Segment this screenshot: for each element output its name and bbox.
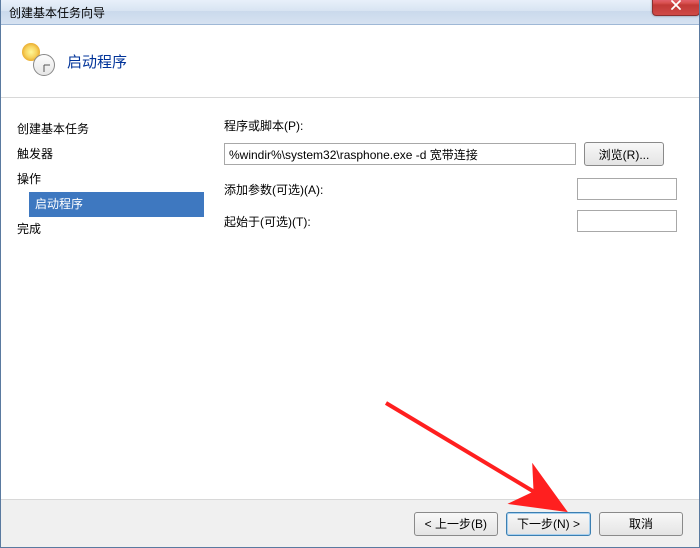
step-start-program[interactable]: 启动程序: [29, 192, 204, 217]
wizard-content: 程序或脚本(P): 浏览(R)... 添加参数(可选)(A): 起始于(可选)(…: [206, 99, 699, 499]
step-finish[interactable]: 完成: [15, 217, 206, 242]
close-icon: [670, 0, 682, 10]
close-button[interactable]: [652, 0, 700, 16]
titlebar: 创建基本任务向导: [1, 0, 699, 25]
program-script-label: 程序或脚本(P):: [224, 117, 677, 134]
start-in-label: 起始于(可选)(T):: [224, 213, 311, 230]
back-button[interactable]: < 上一步(B): [414, 512, 498, 536]
wizard-window: 创建基本任务向导 启动程序 创建基本任务 触发器 操作 启动程序 完成 程序或脚…: [0, 0, 700, 548]
wizard-steps-sidebar: 创建基本任务 触发器 操作 启动程序 完成: [1, 99, 206, 499]
step-action[interactable]: 操作: [15, 167, 206, 192]
arguments-input[interactable]: [577, 178, 677, 200]
program-script-input[interactable]: [224, 143, 576, 165]
task-scheduler-icon: [25, 46, 55, 76]
browse-button[interactable]: 浏览(R)...: [584, 142, 664, 166]
wizard-header: 启动程序: [1, 25, 699, 98]
window-title: 创建基本任务向导: [9, 4, 105, 21]
next-button[interactable]: 下一步(N) >: [506, 512, 591, 536]
cancel-button[interactable]: 取消: [599, 512, 683, 536]
start-in-input[interactable]: [577, 210, 677, 232]
page-title: 启动程序: [67, 51, 127, 72]
step-trigger[interactable]: 触发器: [15, 142, 206, 167]
arguments-label: 添加参数(可选)(A):: [224, 181, 323, 198]
wizard-body: 创建基本任务 触发器 操作 启动程序 完成 程序或脚本(P): 浏览(R)...…: [1, 99, 699, 499]
wizard-footer: < 上一步(B) 下一步(N) > 取消: [1, 499, 699, 547]
step-create-basic-task[interactable]: 创建基本任务: [15, 117, 206, 142]
